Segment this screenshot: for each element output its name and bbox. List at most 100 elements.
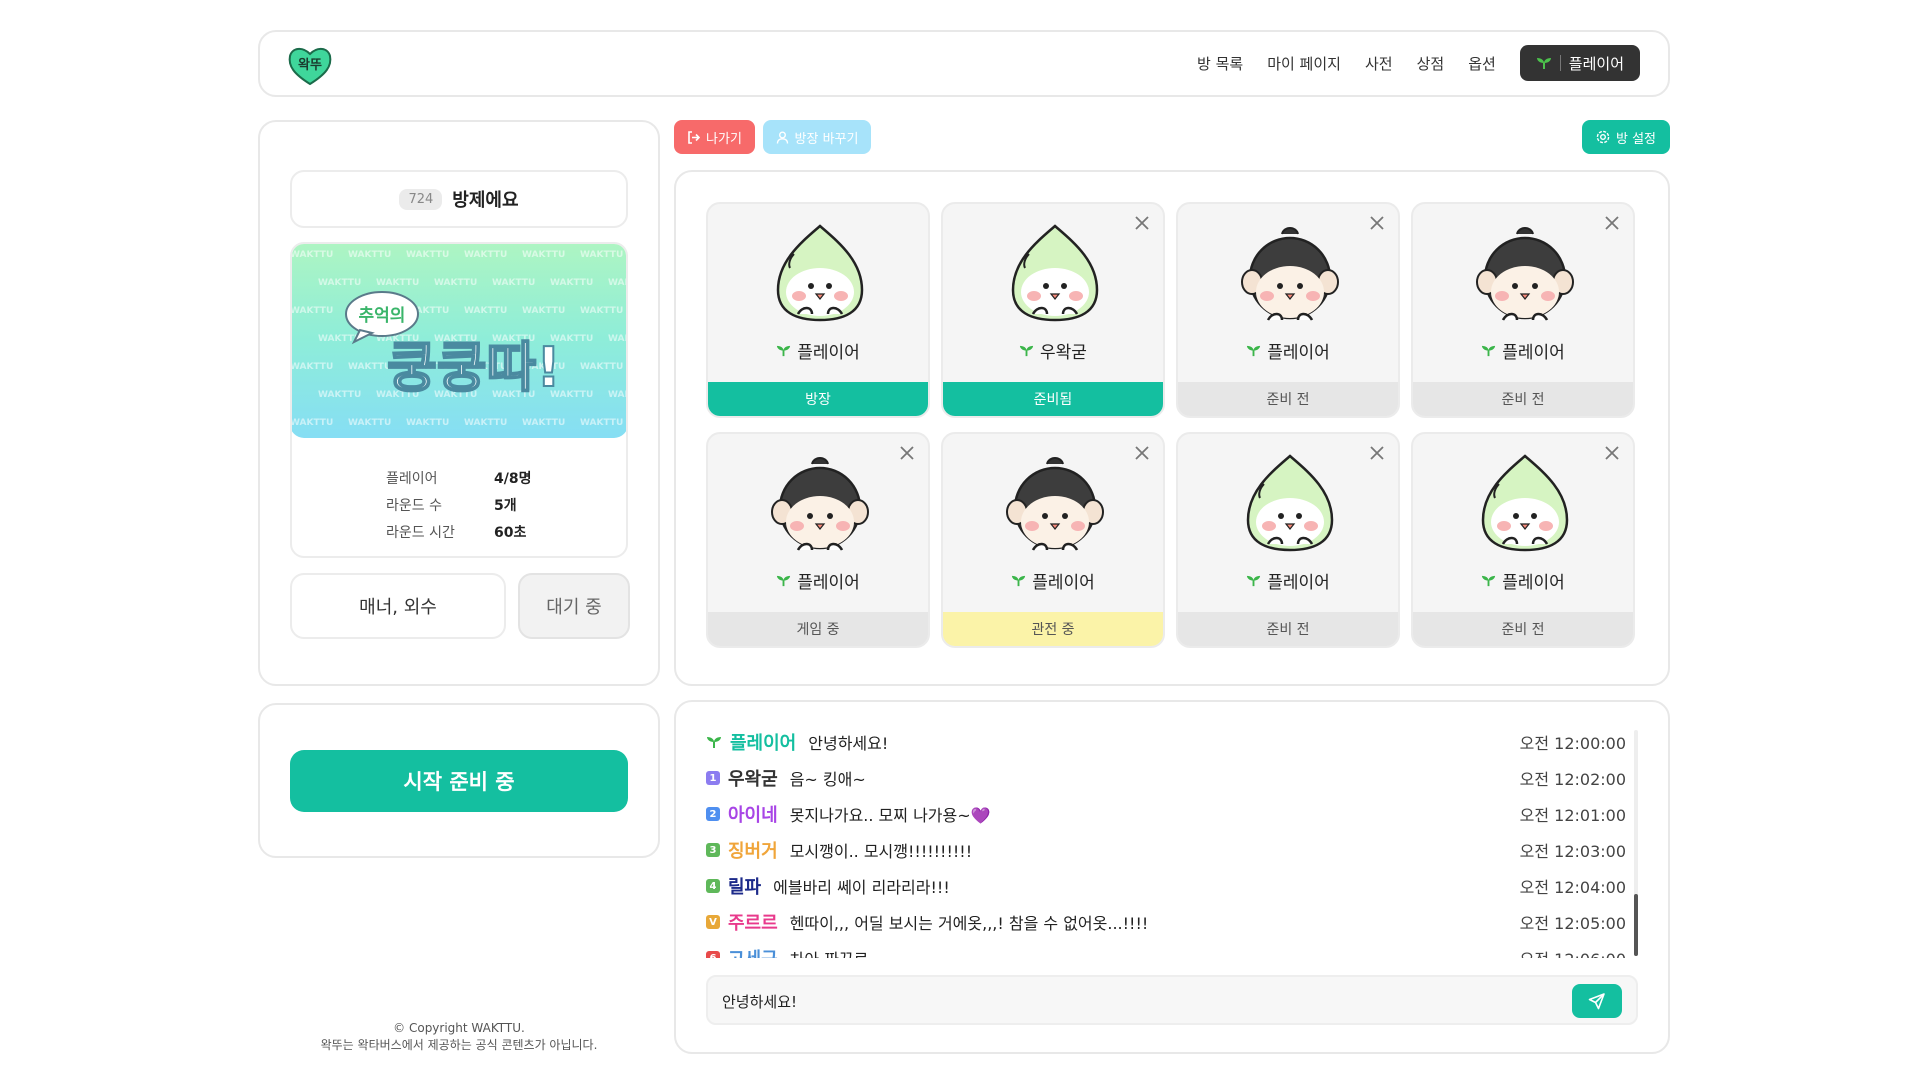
user-icon xyxy=(776,131,788,144)
stat-label: 라운드 수 xyxy=(386,498,442,514)
watermark-text: WAKTTU xyxy=(290,362,334,372)
player-slot[interactable]: 플레이어 게임 중 xyxy=(706,432,930,648)
copyright: © Copyright WAKTTU. xyxy=(393,1021,525,1035)
chat-sender[interactable]: 징버거 xyxy=(728,837,778,863)
monkey-avatar-icon xyxy=(771,457,869,551)
player-slot[interactable]: 플레이어 준비 전 xyxy=(1176,432,1400,648)
close-icon[interactable] xyxy=(1368,214,1386,232)
slot-status: 준비됨 xyxy=(943,382,1163,416)
monkey-avatar-icon xyxy=(1476,227,1574,321)
room-settings-label: 방 설정 xyxy=(1615,131,1656,147)
nav-dictionary[interactable]: 사전 xyxy=(1365,53,1393,74)
room-settings-button[interactable]: 방 설정 xyxy=(1582,120,1670,154)
exit-icon xyxy=(688,130,701,144)
player-slot[interactable]: 플레이어 방장 xyxy=(706,202,930,418)
chat-time: 오전 12:05:00 xyxy=(1519,914,1626,933)
chat-message: 4 릴파 에블바리 쎄이 리라리라!!! 오전 12:04:00 xyxy=(706,868,1626,904)
close-icon[interactable] xyxy=(898,444,916,462)
slot-name-text: 플레이어 xyxy=(1502,343,1565,363)
chat-text: 음~ 킹애~ xyxy=(789,770,866,789)
chat-text: 못지나가요.. 모찌 나가용~💜 xyxy=(789,806,991,825)
send-button[interactable] xyxy=(1572,984,1622,1018)
chat-time: 오전 12:04:00 xyxy=(1519,878,1626,897)
chat-message: 플레이어 안녕하세요! 오전 12:00:00 xyxy=(706,724,1626,760)
chat-sender[interactable]: 릴파 xyxy=(728,873,761,899)
thumbnail-title: 쿵쿵따! xyxy=(387,336,561,399)
chat-message: V 주르르 헨따이,,, 어딜 보시는 거에옷,,,! 참을 수 없어옷...!!!… xyxy=(706,904,1626,940)
profile-name: 플레이어 xyxy=(1568,54,1624,73)
watermark-text: WAKTTU xyxy=(464,250,508,260)
room-status-badge: 대기 중 xyxy=(518,573,630,639)
chat-message-list[interactable]: 플레이어 안녕하세요! 오전 12:00:00 1 우왁굳 음~ 킹애~ 오전 12:02:… xyxy=(706,724,1626,958)
watermark-text: WAKTTU xyxy=(608,334,626,344)
close-icon[interactable] xyxy=(1133,444,1151,462)
watermark-text: WAKTTU xyxy=(580,362,624,372)
slot-player-name: 플레이어 xyxy=(1178,568,1398,593)
watermark-text: WAKTTU xyxy=(580,418,624,428)
stat-rounds: 라운드 수 5개 xyxy=(386,493,531,520)
stat-value: 60초 xyxy=(494,525,527,541)
chat-sender[interactable]: 우왁굳 xyxy=(728,765,778,791)
player-slot[interactable]: 플레이어 준비 전 xyxy=(1411,202,1635,418)
slot-player-name: 플레이어 xyxy=(708,568,928,593)
footer: © Copyright WAKTTU. 왁뚜는 왁타버스에서 제공하는 공식 콘… xyxy=(258,1020,660,1054)
chat-message: 2 아이네 못지나가요.. 모찌 나가용~💜 오전 12:01:00 xyxy=(706,796,1626,832)
rank-badge-icon: 3 xyxy=(706,843,720,857)
sprout-avatar-icon xyxy=(776,224,864,322)
close-icon[interactable] xyxy=(1133,214,1151,232)
send-icon xyxy=(1588,993,1605,1010)
chat-time: 오전 12:06:00 xyxy=(1520,946,1626,958)
nav-menu: 방 목록 마이 페이지 사전 상점 옵션 플레이어 xyxy=(1197,45,1640,81)
start-button[interactable]: 시작 준비 중 xyxy=(290,750,628,812)
disclaimer: 왁뚜는 왁타버스에서 제공하는 공식 콘텐츠가 아닙니다. xyxy=(320,1038,598,1052)
player-slot[interactable]: 플레이어준비 전 xyxy=(1176,202,1400,418)
room-info-panel: 724 방제에요 WAKTTU WAKTTU WAKTTU WAKTTU WAKTTU W… xyxy=(258,120,660,686)
chat-text: 안녕하세요! xyxy=(808,734,889,753)
stat-value: 5개 xyxy=(494,498,517,514)
sprout-icon xyxy=(1482,345,1496,357)
nav-options[interactable]: 옵션 xyxy=(1468,53,1496,74)
game-thumbnail: WAKTTU WAKTTU WAKTTU WAKTTU WAKTTU WAKTTU WAKT… xyxy=(290,244,626,438)
stat-label: 라운드 시간 xyxy=(386,525,455,541)
leave-button[interactable]: 나가기 xyxy=(674,120,755,154)
player-badge xyxy=(706,734,722,750)
slot-name-text: 플레이어 xyxy=(797,573,860,593)
player-slot[interactable]: 우왁굳 준비됨 xyxy=(941,202,1165,418)
room-detail-card: WAKTTU WAKTTU WAKTTU WAKTTU WAKTTU WAKTTU WAKT… xyxy=(290,242,628,558)
slot-name-text: 플레이어 xyxy=(1267,343,1330,363)
stat-players: 플레이어 4/8명 xyxy=(386,466,531,493)
chat-message: 6 고세구 차아 짜꾸르오전 12:06:00 xyxy=(706,940,1626,958)
watermark-text: WAKTTU xyxy=(580,306,624,316)
close-icon[interactable] xyxy=(1368,444,1386,462)
chat-sender[interactable]: 플레이어 xyxy=(730,729,796,755)
watermark-text: WAKTTU xyxy=(608,278,626,288)
slot-player-name: 플레이어 xyxy=(1178,338,1398,363)
close-icon[interactable] xyxy=(1603,444,1621,462)
chat-sender[interactable]: 주르르 xyxy=(728,909,778,935)
change-host-button[interactable]: 방장 바꾸기 xyxy=(763,120,871,154)
watermark-text: WAKTTU xyxy=(608,390,626,400)
wakttu-logo[interactable]: 왁뚜 xyxy=(286,42,334,86)
player-slots-panel: 플레이어 방장 우왁굳 준비됨 플레이어 준비 전 플레이어 준비 전 플레이어 게임 중 플레이어… xyxy=(674,170,1670,686)
close-icon[interactable] xyxy=(1603,214,1621,232)
nav-my-page[interactable]: 마이 페이지 xyxy=(1267,53,1341,74)
chat-input[interactable] xyxy=(722,989,1542,1013)
slot-status: 준비 전 xyxy=(1178,382,1398,416)
nav-shop[interactable]: 상점 xyxy=(1417,53,1445,74)
sprout-icon xyxy=(1482,575,1496,587)
chat-panel: 플레이어 안녕하세요! 오전 12:00:00 1 우왁굳 음~ 킹애~ 오전 12:02:… xyxy=(674,700,1670,1054)
player-slot[interactable]: 플레이어 관전 중 xyxy=(941,432,1165,648)
chat-scrollbar-thumb[interactable] xyxy=(1634,894,1638,956)
slot-name-text: 플레이어 xyxy=(1502,573,1565,593)
chat-scrollbar[interactable] xyxy=(1634,730,1638,956)
stat-value: 4/8명 xyxy=(494,471,532,487)
chat-sender[interactable]: 고세구 xyxy=(728,945,778,958)
thumbnail-title-art: 추억의 쿵쿵따! xyxy=(345,291,562,400)
watermark-text: WAKTTU xyxy=(290,418,334,428)
chat-message: 3 징버거 모시깽이.. 모시깽!!!!!!!!!! 오전 12:03:00 xyxy=(706,832,1626,868)
nav-room-list[interactable]: 방 목록 xyxy=(1197,53,1243,74)
chat-input-box xyxy=(706,975,1638,1025)
chat-sender[interactable]: 아이네 xyxy=(728,801,778,827)
profile-button[interactable]: 플레이어 xyxy=(1519,45,1640,81)
player-slot[interactable]: 플레이어 준비 전 xyxy=(1411,432,1635,648)
